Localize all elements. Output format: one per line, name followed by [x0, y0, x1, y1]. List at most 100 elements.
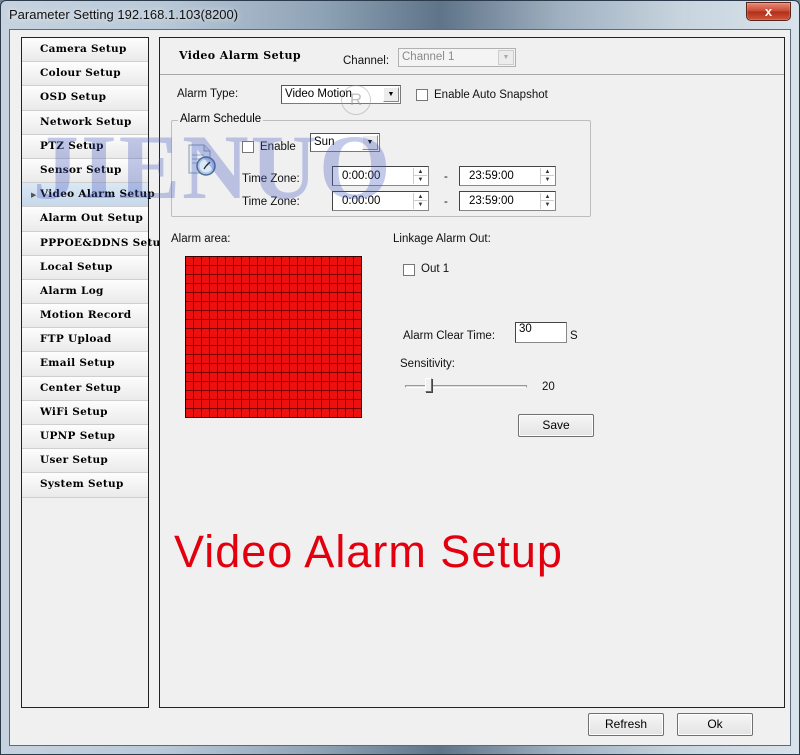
alarm-area-cell[interactable]: [274, 319, 281, 328]
alarm-area-cell[interactable]: [210, 400, 217, 409]
alarm-area-cell[interactable]: [226, 400, 233, 409]
alarm-area-cell[interactable]: [234, 337, 241, 346]
alarm-area-cell[interactable]: [298, 301, 305, 310]
alarm-area-cell[interactable]: [226, 337, 233, 346]
alarm-area-cell[interactable]: [194, 265, 201, 274]
spinner-arrows-icon[interactable]: ▲ ▼: [413, 168, 427, 184]
alarm-area-cell[interactable]: [234, 382, 241, 391]
sidebar-item-wifi-setup[interactable]: WiFi Setup: [22, 400, 148, 425]
alarm-area-cell[interactable]: [290, 310, 297, 319]
alarm-area-cell[interactable]: [194, 364, 201, 373]
alarm-area-cell[interactable]: [202, 346, 209, 355]
alarm-area-cell[interactable]: [274, 391, 281, 400]
alarm-area-cell[interactable]: [322, 328, 329, 337]
alarm-area-cell[interactable]: [258, 382, 265, 391]
alarm-area-cell[interactable]: [250, 391, 257, 400]
sidebar-item-user-setup[interactable]: User Setup: [22, 449, 148, 474]
alarm-area-cell[interactable]: [258, 328, 265, 337]
alarm-area-cell[interactable]: [242, 391, 249, 400]
alarm-area-cell[interactable]: [338, 319, 345, 328]
alarm-area-cell[interactable]: [210, 274, 217, 283]
alarm-area-cell[interactable]: [314, 400, 321, 409]
alarm-area-cell[interactable]: [290, 355, 297, 364]
alarm-area-cell[interactable]: [290, 373, 297, 382]
alarm-area-cell[interactable]: [210, 328, 217, 337]
alarm-area-cell[interactable]: [282, 391, 289, 400]
close-button[interactable]: x: [746, 2, 791, 21]
alarm-area-cell[interactable]: [306, 346, 313, 355]
alarm-area-cell[interactable]: [282, 382, 289, 391]
alarm-area-cell[interactable]: [338, 274, 345, 283]
alarm-area-cell[interactable]: [218, 283, 225, 292]
alarm-area-cell[interactable]: [290, 274, 297, 283]
alarm-area-cell[interactable]: [306, 257, 313, 265]
alarm-area-cell[interactable]: [330, 328, 337, 337]
alarm-area-cell[interactable]: [330, 364, 337, 373]
alarm-area-cell[interactable]: [314, 337, 321, 346]
alarm-area-cell[interactable]: [346, 265, 353, 274]
alarm-area-cell[interactable]: [354, 337, 361, 346]
alarm-area-cell[interactable]: [226, 265, 233, 274]
alarm-area-cell[interactable]: [202, 319, 209, 328]
alarm-area-cell[interactable]: [186, 364, 193, 373]
sidebar-item-ptz-setup[interactable]: PTZ Setup: [22, 134, 148, 159]
alarm-area-cell[interactable]: [338, 283, 345, 292]
alarm-area-cell[interactable]: [242, 400, 249, 409]
time-zone-1-start[interactable]: 0:00:00 ▲ ▼: [332, 166, 429, 186]
alarm-area-cell[interactable]: [306, 382, 313, 391]
alarm-area-cell[interactable]: [274, 346, 281, 355]
alarm-area-cell[interactable]: [194, 337, 201, 346]
alarm-area-cell[interactable]: [250, 364, 257, 373]
alarm-area-cell[interactable]: [186, 292, 193, 301]
alarm-area-cell[interactable]: [226, 382, 233, 391]
sidebar-item-pppoe-ddns-setup[interactable]: PPPOE&DDNS Setup: [22, 231, 168, 256]
refresh-button[interactable]: Refresh: [588, 713, 664, 736]
alarm-area-cell[interactable]: [282, 274, 289, 283]
spinner-arrows-icon[interactable]: ▲ ▼: [413, 193, 427, 209]
alarm-area-cell[interactable]: [186, 355, 193, 364]
alarm-area-cell[interactable]: [306, 391, 313, 400]
alarm-area-cell[interactable]: [354, 319, 361, 328]
alarm-area-cell[interactable]: [298, 257, 305, 265]
alarm-area-cell[interactable]: [234, 391, 241, 400]
alarm-area-cell[interactable]: [322, 283, 329, 292]
alarm-area-cell[interactable]: [282, 265, 289, 274]
alarm-area-cell[interactable]: [226, 355, 233, 364]
alarm-area-cell[interactable]: [282, 364, 289, 373]
alarm-area-cell[interactable]: [306, 265, 313, 274]
spinner-arrows-icon[interactable]: ▲ ▼: [540, 168, 554, 184]
alarm-area-cell[interactable]: [298, 328, 305, 337]
alarm-area-cell[interactable]: [322, 346, 329, 355]
alarm-area-cell[interactable]: [282, 257, 289, 265]
alarm-area-cell[interactable]: [314, 301, 321, 310]
alarm-type-select[interactable]: Video Motion ▼: [281, 85, 401, 104]
alarm-area-cell[interactable]: [266, 301, 273, 310]
alarm-area-cell[interactable]: [202, 292, 209, 301]
alarm-area-cell[interactable]: [194, 373, 201, 382]
alarm-area-cell[interactable]: [274, 337, 281, 346]
alarm-area-cell[interactable]: [266, 292, 273, 301]
alarm-area-cell[interactable]: [298, 364, 305, 373]
alarm-area-cell[interactable]: [338, 328, 345, 337]
sidebar-item-network-setup[interactable]: Network Setup: [22, 110, 148, 135]
alarm-area-cell[interactable]: [210, 337, 217, 346]
alarm-area-cell[interactable]: [266, 346, 273, 355]
alarm-area-cell[interactable]: [298, 346, 305, 355]
sidebar-item-alarm-out-setup[interactable]: Alarm Out Setup: [22, 207, 148, 232]
alarm-area-cell[interactable]: [218, 301, 225, 310]
time-zone-1-end[interactable]: 23:59:00 ▲ ▼: [459, 166, 556, 186]
alarm-area-cell[interactable]: [298, 409, 305, 417]
alarm-area-cell[interactable]: [330, 391, 337, 400]
alarm-area-cell[interactable]: [338, 337, 345, 346]
alarm-area-cell[interactable]: [210, 265, 217, 274]
alarm-area-cell[interactable]: [218, 373, 225, 382]
alarm-area-cell[interactable]: [186, 310, 193, 319]
time-zone-2-start[interactable]: 0:00:00 ▲ ▼: [332, 191, 429, 211]
alarm-area-cell[interactable]: [354, 409, 361, 417]
alarm-area-cell[interactable]: [346, 373, 353, 382]
alarm-area-cell[interactable]: [298, 373, 305, 382]
alarm-area-cell[interactable]: [186, 301, 193, 310]
alarm-area-cell[interactable]: [186, 274, 193, 283]
alarm-area-cell[interactable]: [282, 328, 289, 337]
alarm-area-cell[interactable]: [274, 382, 281, 391]
